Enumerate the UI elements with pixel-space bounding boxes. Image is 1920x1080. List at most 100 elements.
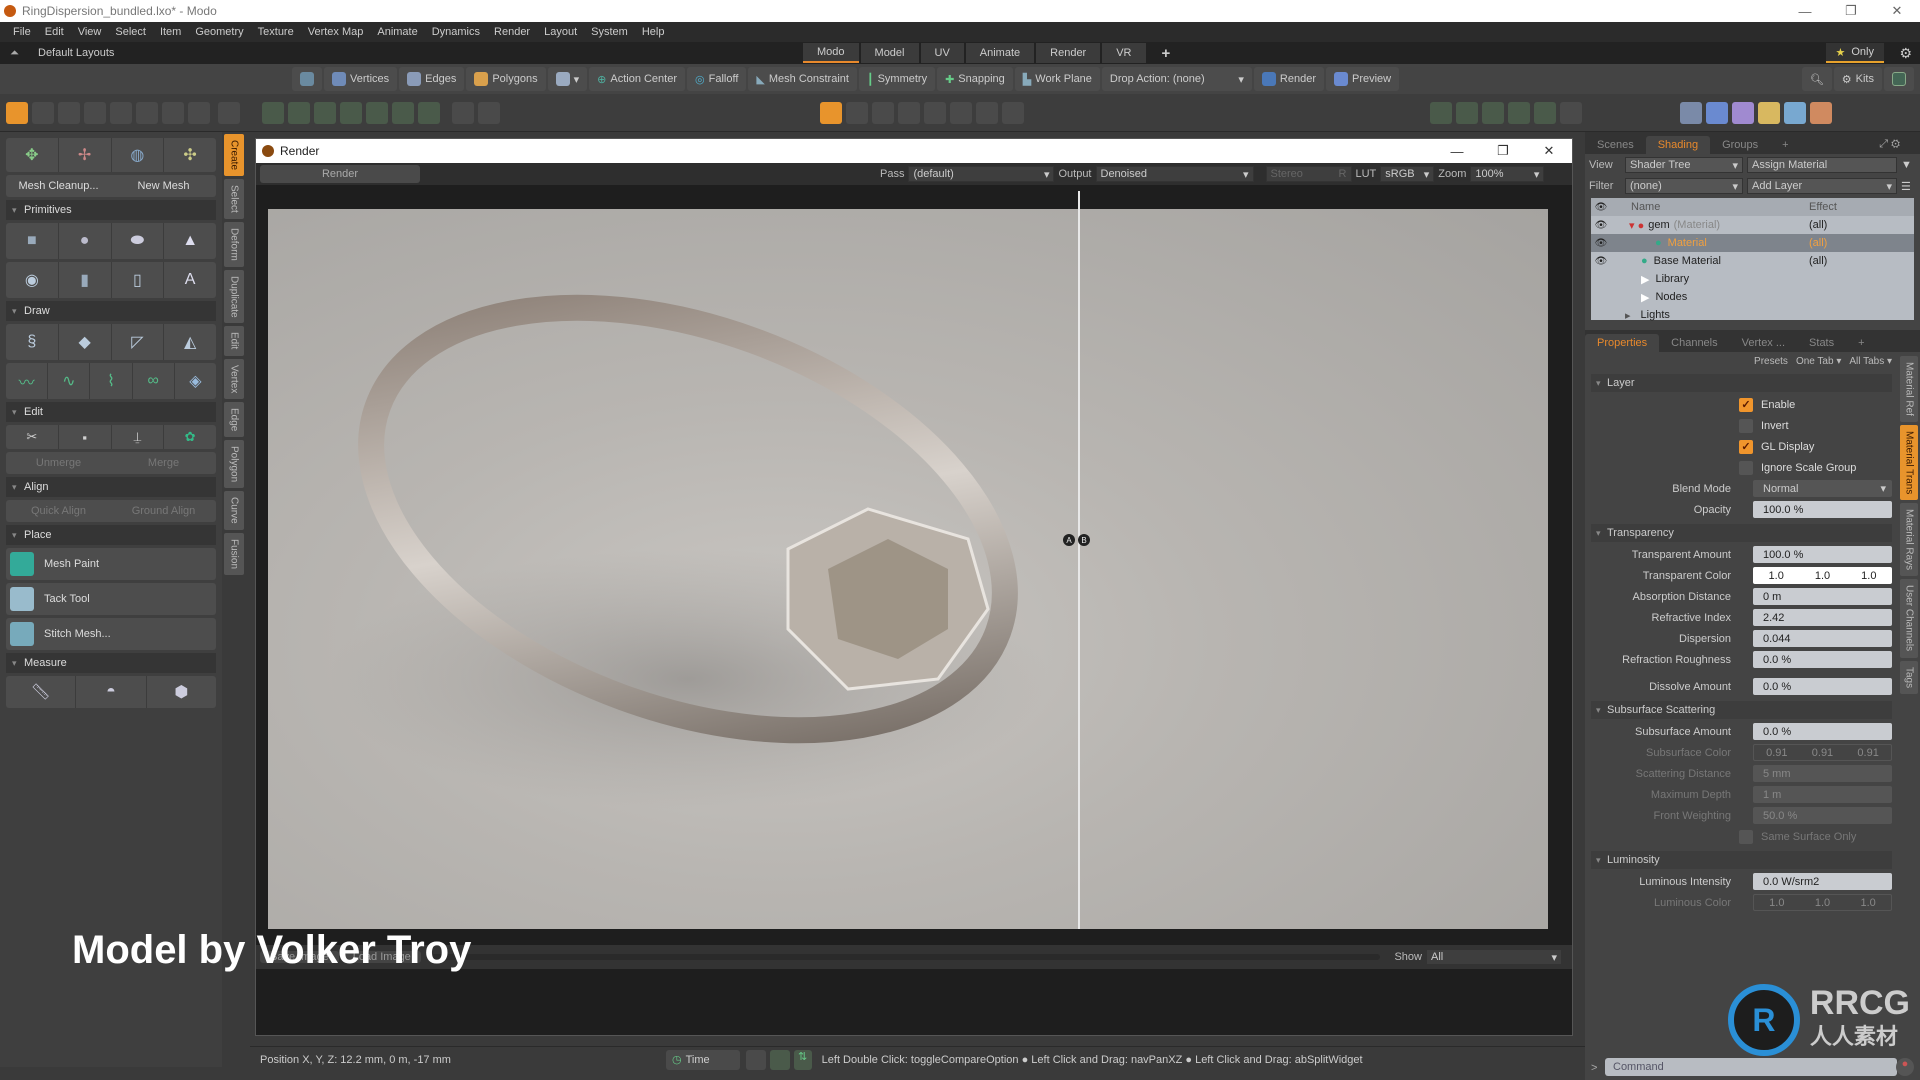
timeline-slider[interactable] [430,954,1381,960]
viewport-layers-icon[interactable] [366,102,388,124]
subsurface-amount-field[interactable]: 0.0 % [1753,723,1892,740]
view-camera-icon[interactable] [950,102,972,124]
edges-button[interactable]: Edges [399,67,465,91]
render-maximize-button[interactable]: ❐ [1480,139,1526,163]
viewport-camera-icon[interactable] [340,102,362,124]
menu-file[interactable]: File [6,26,38,38]
gl-display-checkbox[interactable]: ✓ GL Display [1585,436,1892,457]
panel-settings-icon[interactable]: ⤢ ⚙ [1867,135,1912,154]
menu-item[interactable]: Item [153,26,188,38]
kits-button[interactable]: ⚙ Kits [1833,67,1882,91]
merge-button[interactable]: Merge [111,452,216,474]
mesh-paint-button[interactable]: Mesh Paint [6,548,216,580]
render-button[interactable]: Render [1253,67,1324,91]
section-luminosity[interactable]: Luminosity [1591,851,1892,869]
render-start-button[interactable]: Render [260,165,420,183]
viewport-grid-icon[interactable] [288,102,310,124]
move-tool-icon[interactable]: ✥ [6,138,59,172]
tab-modo[interactable]: Modo [803,43,859,63]
clock-icon[interactable] [136,102,158,124]
blend-mode-dropdown[interactable]: Normal ▾ [1753,480,1892,497]
drop-action-dropdown[interactable]: Drop Action: (none) ▾ [1101,67,1252,91]
list-icon[interactable] [1430,102,1452,124]
menu-help[interactable]: Help [635,26,672,38]
menu-render[interactable]: Render [487,26,537,38]
quick-align-button[interactable]: Quick Align [6,500,111,522]
menu-vertex-map[interactable]: Vertex Map [301,26,371,38]
tab-properties[interactable]: Properties [1585,334,1660,352]
menu-layout[interactable]: Layout [537,26,584,38]
vtab-polygon[interactable]: Polygon [224,440,244,489]
material-mode-button[interactable]: ▾ [547,67,588,91]
select-mode-icon[interactable] [6,102,28,124]
tree-row-base-material[interactable]: 👁︎ ● Base Material (all) [1591,252,1914,270]
stereo-dropdown[interactable]: Stereo R [1265,166,1352,182]
menu-view[interactable]: View [71,26,109,38]
absorption-distance-field[interactable]: 0 m [1753,588,1892,605]
all-tabs-button[interactable]: All Tabs ▾ [1849,356,1892,367]
viewport-fit-icon[interactable] [418,102,440,124]
rotate-tool-icon[interactable]: ◍ [112,138,165,172]
ab-split-handle[interactable] [1078,191,1080,929]
viewport-search-icon[interactable] [478,102,500,124]
eye-icon[interactable]: 👁︎ [1591,256,1611,267]
view-mode-active-icon[interactable] [820,102,842,124]
snapping-button[interactable]: ✚ Snapping [937,67,1013,91]
undo-icon[interactable] [218,102,240,124]
sphere-icon[interactable]: ● [59,223,112,259]
tree-item-effect[interactable]: (all) [1809,219,1895,231]
tree-row-lights[interactable]: ▸ Lights [1591,306,1914,324]
material-preset-icon[interactable] [1732,102,1754,124]
protractor-icon[interactable]: ◓ [76,676,147,708]
menu-texture[interactable]: Texture [251,26,301,38]
capsule-icon[interactable]: ▯ [112,262,165,298]
panel-toggle-button[interactable] [1884,67,1914,91]
show-dropdown[interactable]: All ▾ [1426,949,1562,965]
viewport-frame-icon[interactable] [392,102,414,124]
menu-edit[interactable]: Edit [38,26,71,38]
tab-render[interactable]: Render [1036,43,1101,63]
preview-button[interactable]: Preview [1326,67,1400,91]
filter-dropdown[interactable]: (none) ▾ [1625,178,1743,194]
layers-icon[interactable] [1456,102,1478,124]
section-transparency[interactable]: Transparency [1591,524,1892,542]
light-icon[interactable] [1758,102,1780,124]
menu-dynamics[interactable]: Dynamics [425,26,487,38]
nodes-icon[interactable] [1482,102,1504,124]
search-button[interactable]: 🔍︎ [1801,67,1832,91]
tab-animate[interactable]: Animate [965,43,1035,63]
one-tab-button[interactable]: One Tab ▾ [1796,356,1841,367]
add-layer-dropdown[interactable]: Add Layer ▾ [1747,178,1897,194]
brush-icon[interactable]: ⍊ [112,425,165,449]
expand-icon[interactable]: ▸ [1625,309,1631,322]
polygon-draw-icon[interactable]: ◸ [112,324,165,360]
pin-icon[interactable] [162,102,184,124]
tab-channels[interactable]: Channels [1659,334,1729,352]
viewport-add-icon[interactable] [452,102,474,124]
viewport-cube-icon[interactable] [262,102,284,124]
vtab-user-channels[interactable]: User Channels [1900,579,1918,658]
render-minimize-button[interactable]: — [1434,139,1480,163]
view-add-icon[interactable] [1002,102,1024,124]
compare-b[interactable]: B [1078,534,1090,546]
falloff-button[interactable]: ◎ Falloff [687,67,747,91]
vtab-material-trans[interactable]: Material Trans [1900,424,1918,501]
grid-icon[interactable] [32,102,54,124]
patch-icon[interactable]: ◭ [164,324,216,360]
new-mesh-button[interactable]: New Mesh [111,175,216,197]
tab-stats[interactable]: Stats [1797,334,1846,352]
swap-icon[interactable]: ⇅ [793,1049,812,1070]
mesh-cleanup-button[interactable]: Mesh Cleanup... [6,175,111,197]
tab-shading[interactable]: Shading [1645,136,1711,154]
ground-align-button[interactable]: Ground Align [111,500,216,522]
eye-icon[interactable]: 👁︎ [1591,220,1611,231]
section-layer[interactable]: Layer [1591,374,1892,392]
panel-icon[interactable] [769,1049,790,1070]
view-select-icon[interactable] [872,102,894,124]
text-primitive-icon[interactable]: A [164,262,216,298]
vtab-select[interactable]: Select [224,179,244,219]
vtab-edge[interactable]: Edge [224,401,244,438]
only-button[interactable]: ★ Only [1825,43,1884,63]
surface-icon[interactable]: ◈ [175,363,216,399]
enable-checkbox[interactable]: ✓ Enable [1585,394,1892,415]
